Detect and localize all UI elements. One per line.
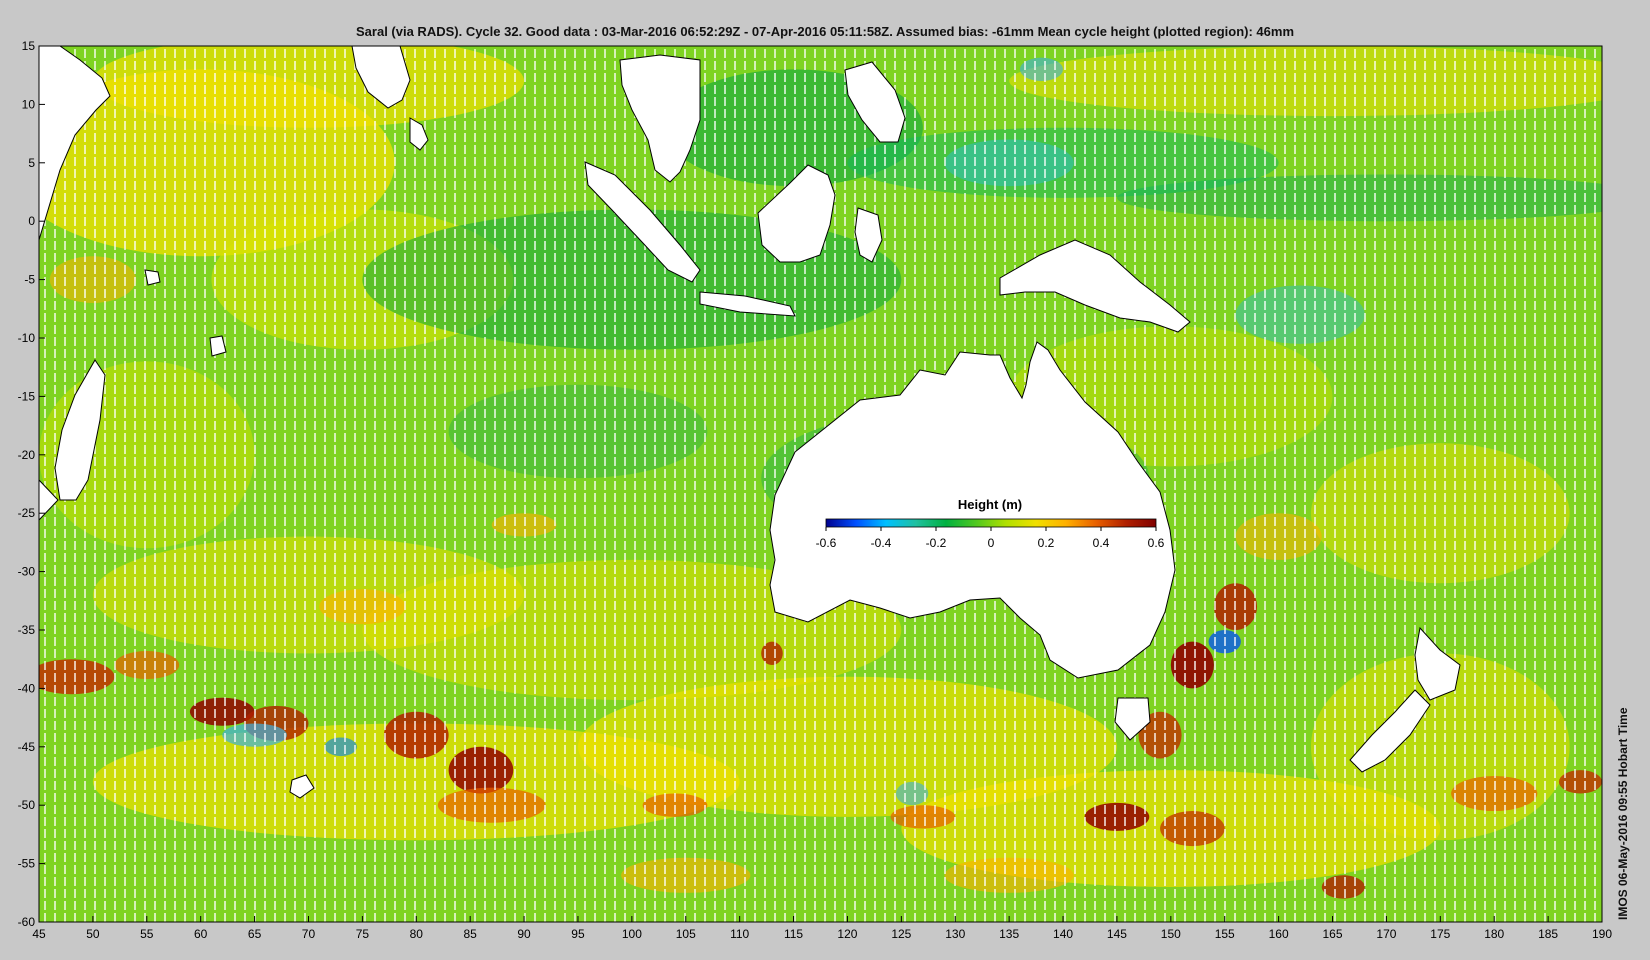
x-tick-label: 145	[1107, 927, 1127, 941]
colorbar-tick-label: -0.2	[926, 536, 947, 550]
colorbar-bar	[825, 518, 1157, 528]
colorbar-tick-label: 0.4	[1093, 536, 1110, 550]
x-tick-label: 90	[517, 927, 531, 941]
sea-height-map: 45 50 55 60 65 70 75 80 85 90 95 100 105 110 115 120 125…	[18, 39, 1613, 941]
y-tick-label: -20	[18, 448, 36, 462]
y-tick-label: -5	[24, 273, 35, 287]
y-tick-label: -55	[18, 857, 36, 871]
x-tick-label: 150	[1161, 927, 1181, 941]
y-tick-label: -25	[18, 506, 36, 520]
y-tick-label: -15	[18, 389, 36, 403]
x-tick-label: 95	[571, 927, 585, 941]
x-tick-label: 50	[86, 927, 100, 941]
y-tick-label: -45	[18, 740, 36, 754]
x-tick-label: 155	[1215, 927, 1235, 941]
y-tick-label: -60	[18, 915, 36, 929]
x-tick-label: 70	[302, 927, 316, 941]
x-tick-label: 110	[730, 927, 749, 941]
y-tick-label: -30	[18, 565, 36, 579]
y-tick-label: 10	[22, 97, 36, 111]
colorbar-tick-label: 0.6	[1148, 536, 1165, 550]
y-tick-label: -40	[18, 681, 36, 695]
y-tick-label: -10	[18, 331, 36, 345]
x-tick-label: 135	[999, 927, 1019, 941]
x-tick-label: 120	[837, 927, 857, 941]
colorbar-title: Height (m)	[958, 497, 1022, 512]
x-tick-label: 190	[1592, 927, 1612, 941]
x-tick-label: 65	[248, 927, 262, 941]
x-tick-label: 100	[622, 927, 642, 941]
colorbar-tick-label: -0.4	[871, 536, 892, 550]
cocos-island-land	[144, 269, 161, 286]
x-tick-label: 55	[140, 927, 154, 941]
x-tick-label: 125	[891, 927, 911, 941]
x-tick-label: 85	[463, 927, 477, 941]
x-tick-label: 160	[1269, 927, 1289, 941]
x-tick-label: 185	[1538, 927, 1558, 941]
x-tick-label: 115	[784, 927, 803, 941]
x-tick-label: 170	[1376, 927, 1396, 941]
colorbar-tick-label: 0.2	[1038, 536, 1055, 550]
y-tick-label: 15	[22, 39, 36, 53]
x-tick-label: 130	[945, 927, 965, 941]
x-tick-label: 60	[194, 927, 208, 941]
colorbar-tick-label: 0	[988, 536, 995, 550]
y-tick-label: -35	[18, 623, 36, 637]
colorbar-tick-label: -0.6	[816, 536, 837, 550]
y-tick-label: 0	[28, 214, 35, 228]
x-tick-label: 45	[32, 927, 46, 941]
x-tick-label: 140	[1053, 927, 1073, 941]
x-tick-label: 175	[1430, 927, 1450, 941]
x-tick-label: 105	[676, 927, 696, 941]
y-tick-label: 5	[28, 156, 35, 170]
x-tick-label: 75	[356, 927, 370, 941]
x-tick-label: 180	[1484, 927, 1504, 941]
credit-text: IMOS 06-May-2016 09:55 Hobart Time	[1616, 707, 1630, 920]
x-tick-label: 80	[410, 927, 424, 941]
x-tick-label: 165	[1323, 927, 1343, 941]
y-tick-label: -50	[18, 798, 36, 812]
